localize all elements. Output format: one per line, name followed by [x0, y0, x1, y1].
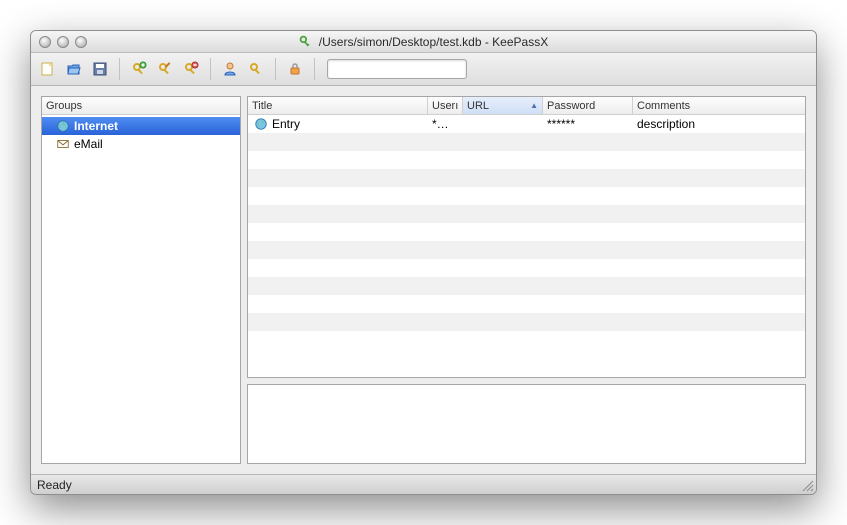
toolbar-separator — [119, 58, 120, 80]
empty-row — [248, 205, 805, 223]
empty-row — [248, 133, 805, 151]
group-item-email[interactable]: eMail — [42, 135, 240, 153]
empty-row — [248, 151, 805, 169]
groups-header: Groups — [42, 97, 240, 115]
entry-details-panel — [247, 384, 806, 464]
copy-username-button[interactable] — [219, 58, 241, 80]
empty-row — [248, 241, 805, 259]
group-label: eMail — [74, 137, 103, 151]
groups-tree[interactable]: Internet eMail — [42, 115, 240, 463]
column-title[interactable]: Title — [248, 97, 428, 114]
entry-username: *… — [432, 117, 449, 131]
entries-header: Title Userı URL▲ Password Comments — [248, 97, 805, 115]
group-label: Internet — [74, 119, 118, 133]
edit-entry-button[interactable] — [154, 58, 176, 80]
app-icon — [299, 35, 313, 49]
empty-row — [248, 223, 805, 241]
entry-comments: description — [637, 117, 695, 131]
add-entry-button[interactable] — [128, 58, 150, 80]
entries-rows[interactable]: Entry *… ****** description — [248, 115, 805, 377]
globe-icon — [56, 119, 70, 133]
empty-row — [248, 295, 805, 313]
entries-panel: Title Userı URL▲ Password Comments Entry… — [247, 96, 806, 378]
resize-grip[interactable] — [800, 478, 814, 492]
save-database-button[interactable] — [89, 58, 111, 80]
minimize-window-button[interactable] — [57, 36, 69, 48]
column-password[interactable]: Password — [543, 97, 633, 114]
empty-row — [248, 277, 805, 295]
empty-row — [248, 187, 805, 205]
envelope-icon — [56, 137, 70, 151]
column-username[interactable]: Userı — [428, 97, 463, 114]
zoom-window-button[interactable] — [75, 36, 87, 48]
copy-password-button[interactable] — [245, 58, 267, 80]
entry-title: Entry — [272, 117, 300, 131]
entry-password: ****** — [547, 117, 575, 131]
window-title: /Users/simon/Desktop/test.kdb - KeePassX — [319, 35, 548, 49]
delete-entry-button[interactable] — [180, 58, 202, 80]
statusbar: Ready — [31, 474, 816, 494]
status-text: Ready — [37, 478, 72, 492]
toolbar-separator — [314, 58, 315, 80]
toolbar-separator — [210, 58, 211, 80]
search-input[interactable] — [327, 59, 467, 79]
right-stack: Title Userı URL▲ Password Comments Entry… — [247, 96, 806, 464]
titlebar: /Users/simon/Desktop/test.kdb - KeePassX — [31, 31, 816, 53]
main-area: Groups Internet eMail Title Userı URL▲ — [31, 86, 816, 474]
empty-row — [248, 169, 805, 187]
open-database-button[interactable] — [63, 58, 85, 80]
column-url[interactable]: URL▲ — [463, 97, 543, 114]
window-controls — [31, 36, 87, 48]
column-comments[interactable]: Comments — [633, 97, 805, 114]
globe-icon — [254, 117, 268, 131]
empty-row — [248, 313, 805, 331]
new-database-button[interactable] — [37, 58, 59, 80]
entry-row[interactable]: Entry *… ****** description — [248, 115, 805, 133]
close-window-button[interactable] — [39, 36, 51, 48]
toolbar-separator — [275, 58, 276, 80]
lock-workspace-button[interactable] — [284, 58, 306, 80]
sort-ascending-icon: ▲ — [530, 101, 538, 110]
toolbar — [31, 53, 816, 86]
groups-panel: Groups Internet eMail — [41, 96, 241, 464]
empty-row — [248, 259, 805, 277]
group-item-internet[interactable]: Internet — [42, 117, 240, 135]
app-window: /Users/simon/Desktop/test.kdb - KeePassX — [30, 30, 817, 495]
